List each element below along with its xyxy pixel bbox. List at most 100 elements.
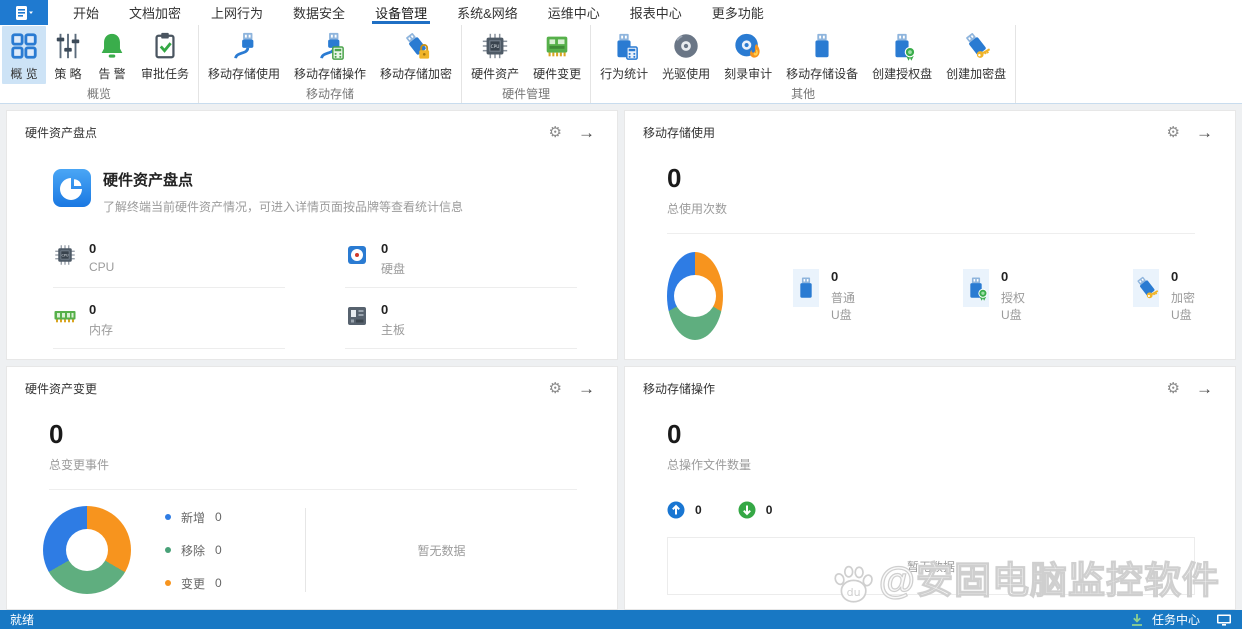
total-label: 总使用次数 bbox=[667, 202, 728, 216]
arrow-right-icon[interactable]: → bbox=[578, 380, 595, 397]
ribbon-group-hardware: 硬件资产 硬件变更 硬件管理 bbox=[462, 25, 592, 103]
app-menu-button[interactable] bbox=[0, 0, 48, 25]
clipboard-check-icon bbox=[150, 31, 180, 61]
storage-usage-donut-chart bbox=[667, 252, 723, 340]
legend-dot bbox=[165, 547, 171, 553]
ribbon-item-label: 移动存储加密 bbox=[380, 67, 453, 81]
cpu-stat-icon bbox=[53, 243, 77, 267]
ribbon-item-label: 移动存储使用 bbox=[208, 67, 281, 81]
empty-data-text: 暂无数据 bbox=[906, 559, 955, 574]
usb-badge-icon bbox=[963, 275, 989, 301]
legend-normal-usb: 0 普通U盘 bbox=[792, 269, 855, 323]
ribbon-group-overview: 概 览 策 略 告 警 审批任务 概览 bbox=[0, 25, 200, 103]
arrow-right-icon[interactable]: → bbox=[578, 124, 595, 141]
tab-report-center[interactable]: 报表中心 bbox=[615, 0, 697, 25]
card-title: 移动存储操作 bbox=[643, 382, 716, 396]
usb-cable-icon bbox=[229, 31, 259, 61]
usb-operation-icon bbox=[315, 31, 345, 61]
ribbon-item-storage-usage[interactable]: 移动存储使用 bbox=[201, 26, 287, 84]
total-value: 0 bbox=[667, 163, 682, 193]
card-hardware-inventory: 硬件资产盘点 ⚙ → 硬件资产盘点 了解终端当前硬件资产情况，可进入详情页面按品… bbox=[6, 110, 618, 360]
total-value: 0 bbox=[667, 419, 682, 449]
card-title: 移动存储使用 bbox=[643, 126, 716, 140]
ribbon-item-overview[interactable]: 概 览 bbox=[2, 26, 46, 84]
legend-dot bbox=[165, 580, 171, 586]
task-center-button[interactable]: 任务中心 bbox=[1152, 611, 1200, 628]
legend-dot bbox=[165, 514, 171, 520]
ram-stat-icon bbox=[53, 304, 77, 328]
disk-stat-icon bbox=[345, 243, 369, 267]
card-storage-operation: 移动存储操作 ⚙ → 0 总操作文件数量 0 0 暂无数据 bbox=[624, 366, 1236, 610]
ribbon-item-alert[interactable]: 告 警 bbox=[90, 26, 134, 84]
ribbon-item-storage-devices[interactable]: 移动存储设备 bbox=[779, 26, 865, 84]
gear-icon[interactable]: ⚙ bbox=[549, 125, 562, 140]
ribbon-item-label: 创建授权盘 bbox=[872, 67, 933, 81]
card-title: 硬件资产盘点 bbox=[25, 126, 98, 140]
ribbon-item-label: 概 览 bbox=[10, 67, 38, 81]
total-label: 总操作文件数量 bbox=[667, 458, 752, 472]
tab-more-features[interactable]: 更多功能 bbox=[697, 0, 779, 25]
ribbon-item-create-authorized-disk[interactable]: 创建授权盘 bbox=[865, 26, 939, 84]
ribbon-item-create-encrypted-disk[interactable]: 创建加密盘 bbox=[939, 26, 1013, 84]
arrow-right-icon[interactable]: → bbox=[1196, 380, 1213, 397]
ribbon-item-label: 硬件资产 bbox=[471, 67, 520, 81]
usb-stick-icon bbox=[793, 275, 819, 301]
stat-label: 主板 bbox=[381, 323, 406, 337]
tab-system-network[interactable]: 系统&网络 bbox=[442, 0, 533, 25]
legend-name: 新增 bbox=[181, 510, 206, 525]
ribbon-group-mobile-storage: 移动存储使用 移动存储操作 移动存储加密 移动存储 bbox=[199, 25, 463, 103]
ribbon-item-hardware-assets[interactable]: 硬件资产 bbox=[464, 26, 526, 84]
mainboard-stat-icon bbox=[345, 304, 369, 328]
total-value: 0 bbox=[49, 419, 64, 449]
tab-start[interactable]: 开始 bbox=[58, 0, 114, 25]
ribbon-group-label: 硬件管理 bbox=[502, 87, 551, 101]
usb-lock-icon bbox=[401, 31, 431, 61]
legend-changed: 变更 0 bbox=[165, 575, 305, 592]
tab-doc-encryption[interactable]: 文档加密 bbox=[114, 0, 196, 25]
ribbon-group-label: 概览 bbox=[87, 87, 112, 101]
ribbon-item-hardware-change[interactable]: 硬件变更 bbox=[526, 26, 588, 84]
download-circle-icon bbox=[738, 501, 756, 519]
ribbon-item-label: 告 警 bbox=[98, 67, 126, 81]
usb-badge-icon bbox=[887, 31, 917, 61]
upload-value: 0 bbox=[695, 503, 702, 517]
ribbon-item-label: 光驱使用 bbox=[662, 67, 711, 81]
download-icon[interactable] bbox=[1130, 613, 1144, 627]
ribbon-item-behavior-stats[interactable]: 行为统计 bbox=[593, 26, 655, 84]
ribbon-item-burn-audit[interactable]: 刻录审计 bbox=[717, 26, 779, 84]
arrow-right-icon[interactable]: → bbox=[1196, 124, 1213, 141]
legend-added: 新增 0 bbox=[165, 509, 305, 526]
legend-label: 加密U盘 bbox=[1170, 291, 1195, 322]
ribbon-item-storage-operation[interactable]: 移动存储操作 bbox=[287, 26, 373, 84]
ribbon-item-approval-tasks[interactable]: 审批任务 bbox=[134, 26, 196, 84]
pie-app-icon bbox=[53, 169, 91, 207]
tab-data-security[interactable]: 数据安全 bbox=[278, 0, 360, 25]
ribbon-item-label: 刻录审计 bbox=[724, 67, 773, 81]
dashboard: 硬件资产盘点 ⚙ → 硬件资产盘点 了解终端当前硬件资产情况，可进入详情页面按品… bbox=[6, 110, 1236, 610]
disc-burn-icon bbox=[733, 31, 763, 61]
menu-tabs: 开始 文档加密 上网行为 数据安全 设备管理 系统&网络 运维中心 报表中心 更… bbox=[58, 0, 779, 25]
ribbon-item-optical-usage[interactable]: 光驱使用 bbox=[655, 26, 717, 84]
gear-icon[interactable]: ⚙ bbox=[1167, 125, 1180, 140]
empty-data-box: 暂无数据 bbox=[667, 537, 1195, 595]
usb-key-icon bbox=[961, 31, 991, 61]
app-doc-icon bbox=[14, 5, 34, 21]
tab-device-management[interactable]: 设备管理 bbox=[360, 0, 442, 25]
gear-icon[interactable]: ⚙ bbox=[549, 381, 562, 396]
legend-name: 变更 bbox=[181, 576, 206, 591]
stat-mainboard: 0 主板 bbox=[345, 302, 577, 349]
ribbon-item-label: 移动存储操作 bbox=[294, 67, 367, 81]
stat-label: 内存 bbox=[89, 323, 114, 337]
monitor-icon[interactable] bbox=[1216, 613, 1232, 627]
tab-ops-center[interactable]: 运维中心 bbox=[533, 0, 615, 25]
empty-data-text: 暂无数据 bbox=[417, 543, 466, 558]
stat-label: 硬盘 bbox=[381, 262, 406, 276]
cpu-icon bbox=[480, 31, 510, 61]
ribbon-item-policy[interactable]: 策 略 bbox=[46, 26, 90, 84]
legend-value: 0 bbox=[215, 543, 222, 557]
legend-value: 0 bbox=[1000, 269, 1009, 284]
gear-icon[interactable]: ⚙ bbox=[1167, 381, 1180, 396]
tab-web-behavior[interactable]: 上网行为 bbox=[196, 0, 278, 25]
ribbon-item-storage-encryption[interactable]: 移动存储加密 bbox=[373, 26, 459, 84]
disc-icon bbox=[671, 31, 701, 61]
